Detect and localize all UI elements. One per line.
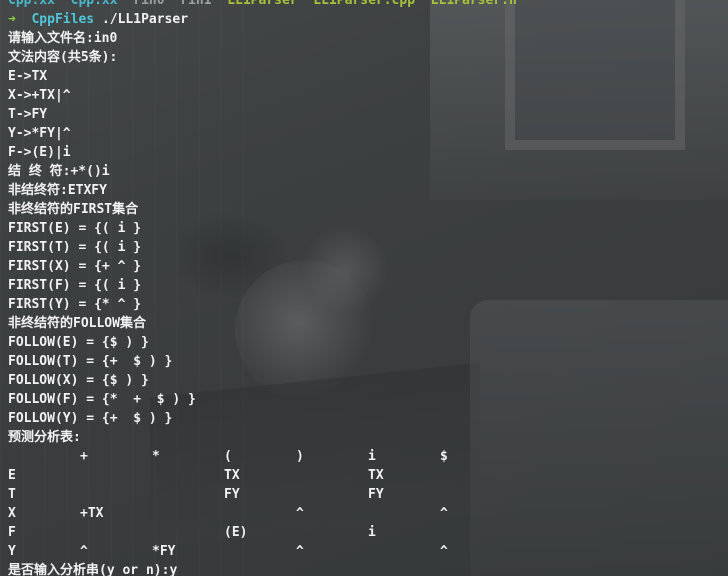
output-line: FOLLOW(Y) = {+ $ ) } bbox=[8, 411, 173, 426]
output-line: E->TX bbox=[8, 69, 48, 84]
output-line: 预测分析表: bbox=[8, 430, 81, 445]
output-line: FOLLOW(F) = {* + $ ) } bbox=[8, 392, 196, 407]
table-cell: FY bbox=[368, 487, 384, 502]
output-line: 非结终符:ETXFY bbox=[8, 183, 107, 198]
prompt-arrow-icon: ➜ bbox=[8, 12, 16, 27]
output-line: 结 终 符:+*()i bbox=[8, 164, 110, 179]
output-line: FIRST(F) = {( i } bbox=[8, 278, 142, 293]
output-line: FOLLOW(E) = {$ ) } bbox=[8, 335, 149, 350]
table-cell: Y bbox=[8, 544, 16, 559]
table-cell: E bbox=[8, 468, 16, 483]
output-line: FIRST(Y) = {* ^ } bbox=[8, 297, 142, 312]
table-cell: ^ bbox=[296, 506, 304, 521]
prompt-line: ➜ CppFiles ./LL1Parser bbox=[0, 10, 728, 29]
table-header-cell: + bbox=[80, 449, 88, 464]
table-row: Y ^ *FY ^ ^ bbox=[0, 542, 728, 561]
table-cell: *FY bbox=[152, 544, 176, 559]
table-cell: F bbox=[8, 525, 16, 540]
table-header-cell: * bbox=[152, 449, 160, 464]
output-line: 非终结符的FOLLOW集合 bbox=[8, 316, 146, 331]
table-cell: ^ bbox=[80, 544, 88, 559]
output-line: FIRST(X) = {+ ^ } bbox=[8, 259, 142, 274]
table-cell: T bbox=[8, 487, 16, 502]
prompt-command: ./LL1Parser bbox=[101, 12, 189, 27]
previous-output-line: Cpp:xx Cpp:xx rin0 rin1 LL1Parser LL1Par… bbox=[0, 0, 728, 10]
table-cell: ^ bbox=[440, 544, 448, 559]
table-cell: TX bbox=[368, 468, 384, 483]
terminal-window[interactable]: Cpp:xx Cpp:xx rin0 rin1 LL1Parser LL1Par… bbox=[0, 0, 728, 576]
table-header-row: + * ( ) i $ bbox=[0, 447, 728, 466]
prev-part-2: Cpp:xx bbox=[70, 0, 118, 8]
prev-part-1: Cpp:xx bbox=[8, 0, 55, 8]
output-line: X->+TX|^ bbox=[8, 88, 71, 103]
table-header-cell: $ bbox=[440, 449, 448, 464]
output-line: F->(E)|i bbox=[8, 145, 71, 160]
prompt-directory: CppFiles bbox=[31, 12, 95, 27]
table-row: E TX TX bbox=[0, 466, 728, 485]
terminal-output: Cpp:xx Cpp:xx rin0 rin1 LL1Parser LL1Par… bbox=[0, 0, 728, 576]
table-cell: X bbox=[8, 506, 16, 521]
output-line: 文法内容(共5条): bbox=[8, 50, 118, 65]
output-line: T->FY bbox=[8, 107, 48, 122]
table-header-cell: ( bbox=[224, 449, 232, 464]
table-header-cell: i bbox=[368, 449, 376, 464]
output-line: Y->*FY|^ bbox=[8, 126, 71, 141]
output-line: 非终结符的FIRST集合 bbox=[8, 202, 139, 217]
output-line: FOLLOW(X) = {$ ) } bbox=[8, 373, 149, 388]
input-prompt-line[interactable]: 是否输入分析串(y or n):y bbox=[0, 561, 728, 576]
table-cell: ^ bbox=[296, 544, 304, 559]
table-row: X +TX ^ ^ bbox=[0, 504, 728, 523]
table-header-cell: ) bbox=[296, 449, 304, 464]
output-line: FOLLOW(T) = {+ $ ) } bbox=[8, 354, 173, 369]
output-line: FIRST(T) = {( i } bbox=[8, 240, 142, 255]
table-cell: (E) bbox=[224, 525, 248, 540]
table-cell: TX bbox=[224, 468, 240, 483]
prev-part-4: LL1Parser LL1Parser.cpp LL1Parser.h bbox=[227, 0, 517, 8]
table-cell: ^ bbox=[440, 506, 448, 521]
prev-part-3: rin0 rin1 bbox=[133, 0, 212, 8]
output-line: FIRST(E) = {( i } bbox=[8, 221, 142, 236]
table-cell: i bbox=[368, 525, 376, 540]
table-cell: +TX bbox=[80, 506, 104, 521]
output-line: 请输入文件名:in0 bbox=[8, 31, 118, 46]
table-row: T FY FY bbox=[0, 485, 728, 504]
table-cell: FY bbox=[224, 487, 240, 502]
table-row: F (E) i bbox=[0, 523, 728, 542]
